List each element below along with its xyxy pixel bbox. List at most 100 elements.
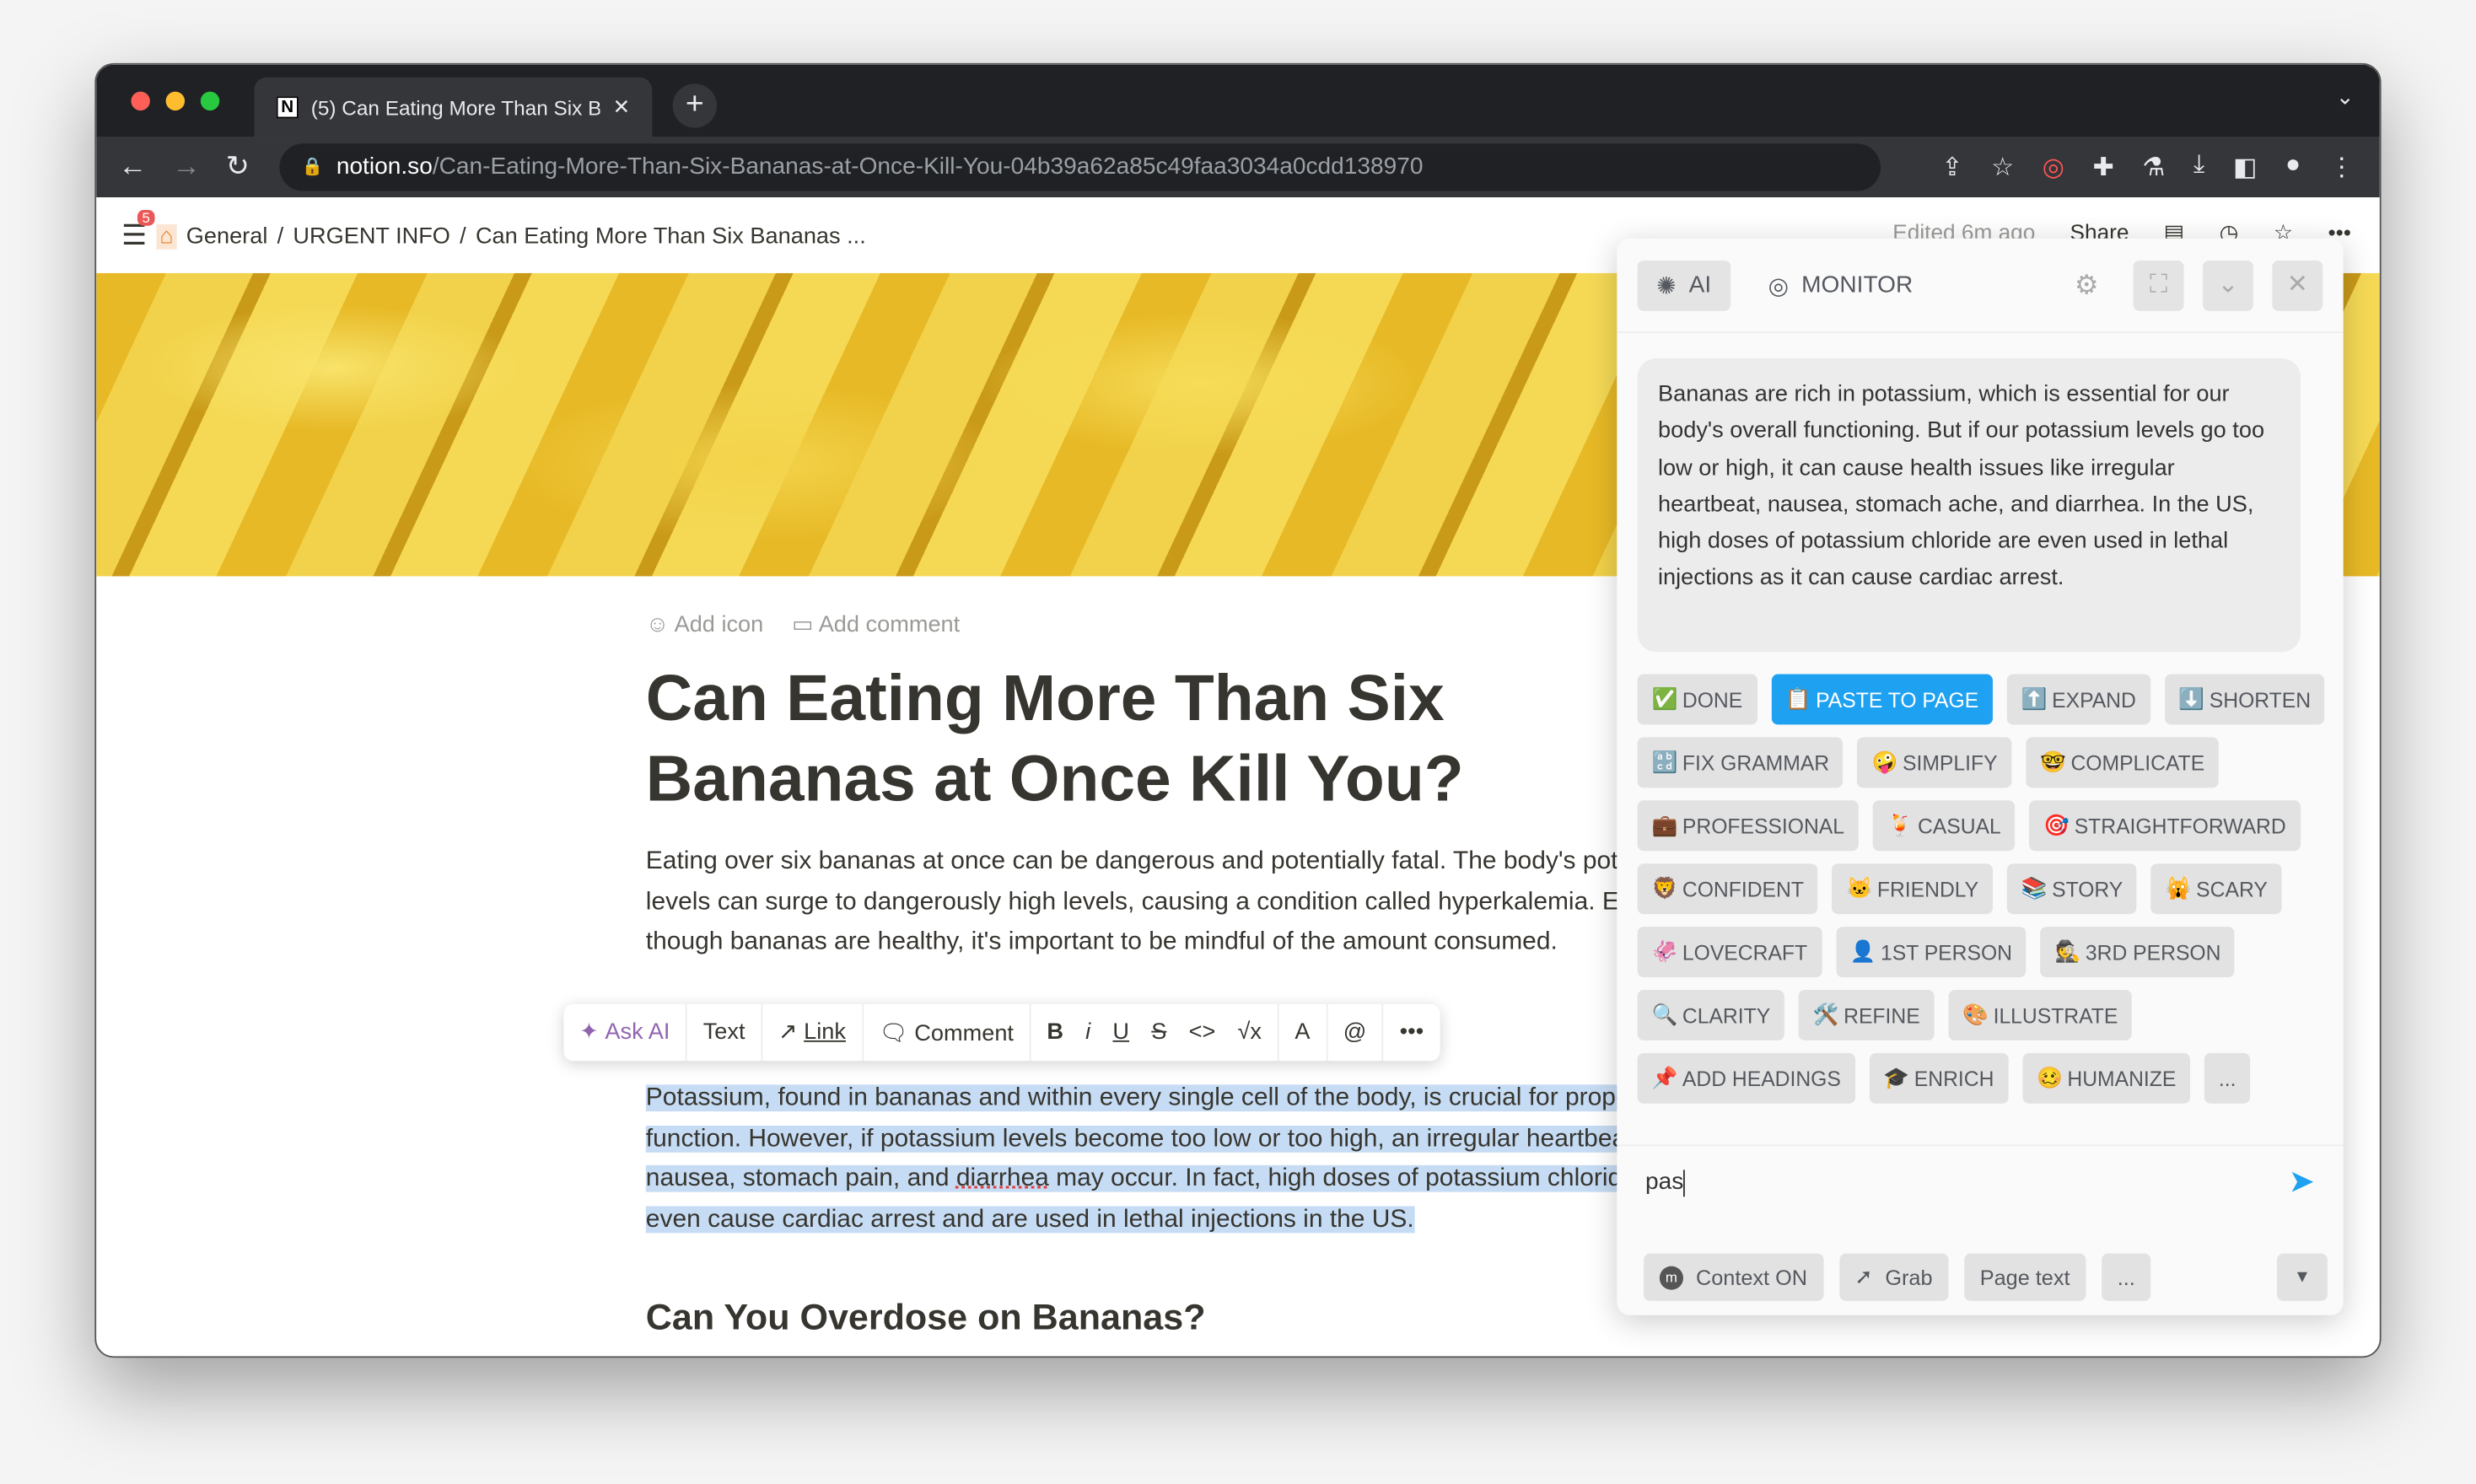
action-label: CONFIDENT	[1682, 877, 1804, 901]
add-comment-button[interactable]: ▭ Add comment	[792, 612, 960, 637]
back-icon[interactable]: ←	[118, 150, 147, 183]
maximize-window-button[interactable]	[200, 91, 220, 111]
more-actions-button[interactable]: ...	[2204, 1052, 2251, 1104]
page-title[interactable]: Can Eating More Than Six Bananas at Once…	[646, 659, 1720, 820]
download-icon[interactable]: ⤓	[2193, 152, 2204, 183]
action-refine-button[interactable]: 🛠️ REFINE	[1798, 989, 1935, 1040]
code-button[interactable]: <>	[1189, 1020, 1216, 1046]
breadcrumb-general[interactable]: General	[186, 223, 268, 249]
action-lovecraft-button[interactable]: 🦑 LOVECRAFT	[1637, 927, 1822, 978]
action-simplify-button[interactable]: 🤪 SIMPLIFY	[1857, 737, 2012, 788]
action-illustrate-button[interactable]: 🎨 ILLUSTRATE	[1948, 989, 2133, 1040]
action-emoji-icon: 📌	[1651, 1065, 1678, 1089]
settings-gear-icon[interactable]: ⚙	[2075, 269, 2099, 300]
action-humanize-button[interactable]: 🥴 HUMANIZE	[2022, 1052, 2191, 1104]
new-tab-button[interactable]: +	[672, 83, 718, 128]
more-options-button[interactable]: •••	[1384, 1004, 1440, 1061]
tab-ai[interactable]: ✺ AI	[1637, 260, 1731, 310]
menu-kebab-icon[interactable]: ⋮	[2329, 152, 2355, 183]
labs-flask-icon[interactable]: ⚗	[2142, 152, 2165, 183]
reload-icon[interactable]: ↻	[226, 150, 250, 183]
text-color-label: A	[1295, 1019, 1311, 1046]
add-comment-label: Add comment	[818, 612, 961, 638]
action-emoji-icon: ⬆️	[2021, 686, 2048, 711]
comment-button[interactable]: 🗨 Comment	[864, 1003, 1031, 1062]
address-bar[interactable]: 🔒 notion.so/Can-Eating-More-Than-Six-Ban…	[279, 143, 1881, 191]
more-label: •••	[1399, 1019, 1424, 1046]
action-friendly-button[interactable]: 🐱 FRIENDLY	[1832, 863, 1994, 915]
link-button[interactable]: ↗ Link	[762, 1003, 864, 1062]
selected-paragraph[interactable]: Potassium, found in bananas and within e…	[645, 1078, 1720, 1240]
underline-button[interactable]: U	[1112, 1020, 1129, 1046]
sidebar-icon[interactable]: ◧	[2233, 152, 2257, 183]
action-done-button[interactable]: ✅ DONE	[1637, 674, 1757, 725]
tab-title: (5) Can Eating More Than Six Bananas at …	[310, 95, 600, 120]
paragraph[interactable]: Eating over six bananas at once can be d…	[646, 841, 1720, 963]
more-tools-button[interactable]: ...	[2101, 1253, 2151, 1301]
action-straightforward-button[interactable]: 🎯 STRAIGHTFORWARD	[2029, 800, 2301, 852]
action-add-headings-button[interactable]: 📌 ADD HEADINGS	[1637, 1052, 1855, 1104]
page-text-button[interactable]: Page text	[1964, 1253, 2086, 1301]
bookmark-star-icon[interactable]: ☆	[1991, 152, 2014, 183]
action-story-button[interactable]: 📚 STORY	[2006, 863, 2138, 915]
action-professional-button[interactable]: 💼 PROFESSIONAL	[1637, 800, 1859, 852]
ask-ai-button[interactable]: ✦ Ask AI	[563, 1003, 687, 1062]
breadcrumb-current-page[interactable]: Can Eating More Than Six Bananas ...	[476, 223, 866, 249]
action-emoji-icon: 🥴	[2037, 1065, 2063, 1089]
cursor-icon: ➚	[1854, 1264, 1873, 1288]
action-enrich-button[interactable]: 🎓 ENRICH	[1869, 1052, 2009, 1104]
action-label: HUMANIZE	[2067, 1066, 2177, 1090]
add-icon-button[interactable]: ☺ Add icon	[646, 612, 763, 637]
close-window-button[interactable]	[131, 91, 150, 111]
action-complicate-button[interactable]: 🤓 COMPLICATE	[2026, 737, 2220, 788]
tab-monitor[interactable]: ◎ MONITOR	[1749, 260, 1932, 310]
action-emoji-icon: 🕵️	[2054, 939, 2081, 964]
prompt-input[interactable]: pas	[1645, 1169, 1685, 1196]
action-emoji-icon: 📚	[2021, 876, 2048, 901]
tab-search-chevron-icon[interactable]: ⌄	[2336, 83, 2355, 110]
sidebar-menu-icon[interactable]: ☰ 5	[121, 210, 155, 252]
collapse-chevron-button[interactable]: ⌄	[2202, 260, 2253, 310]
action-confident-button[interactable]: 🦁 CONFIDENT	[1637, 863, 1818, 915]
action-expand-button[interactable]: ⬆️ EXPAND	[2006, 674, 2150, 725]
minimize-window-button[interactable]	[165, 91, 186, 111]
fullscreen-button[interactable]: ⛶	[2133, 260, 2184, 310]
send-icon[interactable]: ➤	[2289, 1162, 2315, 1202]
close-panel-button[interactable]: ✕	[2272, 260, 2323, 310]
action-casual-button[interactable]: 🍹 CASUAL	[1872, 800, 2016, 852]
extension-icon[interactable]: ◎	[2043, 152, 2064, 183]
action-emoji-icon: 🦁	[1651, 876, 1678, 901]
puzzle-icon[interactable]: ✚	[2093, 152, 2114, 183]
action-emoji-icon: 🛠️	[1812, 1002, 1839, 1027]
heading-2[interactable]: Can You Overdose on Bananas?	[646, 1296, 1206, 1339]
strikethrough-button[interactable]: S	[1151, 1020, 1166, 1046]
action-label: COMPLICATE	[2070, 750, 2205, 775]
action-fix-grammar-button[interactable]: 🔡 FIX GRAMMAR	[1637, 737, 1844, 788]
action-shorten-button[interactable]: ⬇️ SHORTEN	[2164, 674, 2325, 725]
bold-button[interactable]: B	[1047, 1020, 1063, 1046]
dropdown-caret-button[interactable]: ▼	[2277, 1253, 2328, 1301]
close-tab-icon[interactable]: ✕	[613, 94, 630, 120]
action-paste-to-page-button[interactable]: 📋 PASTE TO PAGE	[1770, 674, 1994, 725]
browser-toolbar: ← → ↻ 🔒 notion.so/Can-Eating-More-Than-S…	[96, 137, 2380, 198]
italic-button[interactable]: i	[1085, 1020, 1090, 1046]
action-1st-person-button[interactable]: 👤 1ST PERSON	[1835, 927, 2027, 978]
forward-icon[interactable]: →	[172, 150, 201, 183]
profile-avatar-icon[interactable]: ●	[2285, 152, 2301, 183]
grab-button[interactable]: ➚ Grab	[1838, 1253, 1949, 1301]
action-3rd-person-button[interactable]: 🕵️ 3RD PERSON	[2040, 927, 2236, 978]
action-clarity-button[interactable]: 🔍 CLARITY	[1637, 989, 1785, 1040]
browser-tab[interactable]: N (5) Can Eating More Than Six Bananas a…	[254, 77, 653, 137]
ai-assistant-panel: ✺ AI ◎ MONITOR ⚙ ⛶ ⌄ ✕ Bananas are rich in…	[1617, 238, 2344, 1315]
text-color-button[interactable]: A	[1279, 1003, 1328, 1062]
action-label: REFINE	[1844, 1003, 1920, 1027]
share-icon[interactable]: ⇪	[1941, 152, 1962, 183]
action-scary-button[interactable]: 🙀 SCARY	[2150, 863, 2282, 915]
mention-button[interactable]: @	[1327, 1003, 1384, 1062]
breadcrumb-urgent-info[interactable]: URGENT INFO	[293, 223, 450, 249]
action-emoji-icon: 🤪	[1871, 750, 1898, 774]
notification-badge: 5	[137, 210, 155, 226]
equation-button[interactable]: √x	[1238, 1020, 1262, 1046]
text-type-dropdown[interactable]: Text	[687, 1003, 763, 1062]
context-toggle-button[interactable]: m Context ON	[1644, 1253, 1823, 1301]
